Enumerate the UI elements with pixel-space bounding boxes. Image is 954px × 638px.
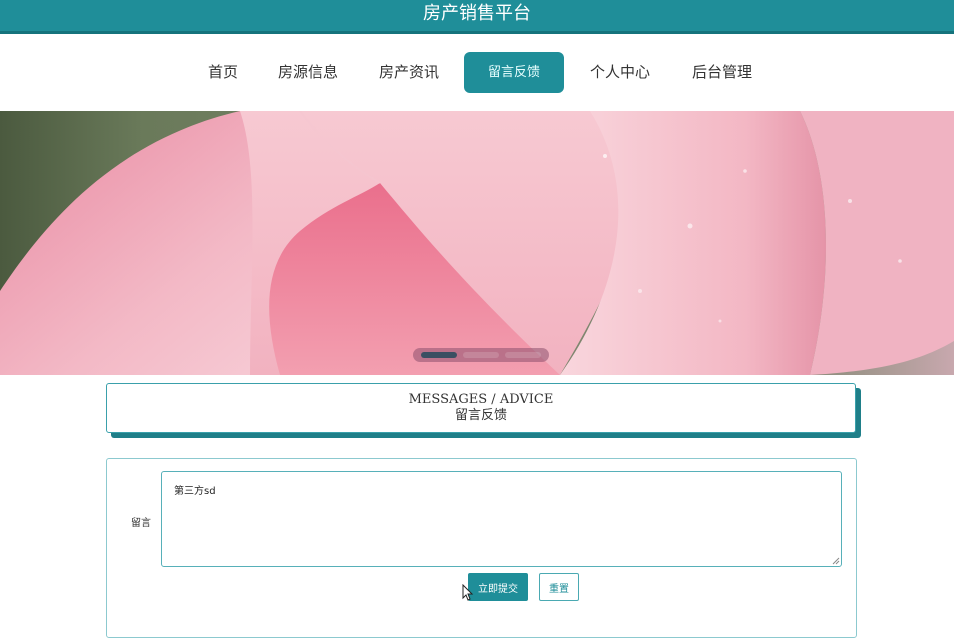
section-title-en: MESSAGES / ADVICE — [408, 392, 554, 407]
message-textarea[interactable]: 第三方sd — [161, 471, 842, 567]
main-nav: 首页 房源信息 房产资讯 留言反馈 个人中心 后台管理 — [0, 34, 954, 111]
lotus-banner-image — [0, 111, 954, 375]
nav-item-admin[interactable]: 后台管理 — [686, 52, 758, 93]
nav-item-listings[interactable]: 房源信息 — [272, 52, 344, 93]
submit-button[interactable]: 立即提交 — [468, 573, 528, 601]
nav-item-feedback[interactable]: 留言反馈 — [464, 52, 564, 93]
nav-item-home[interactable]: 首页 — [201, 52, 245, 93]
section-title-cn: 留言反馈 — [454, 408, 507, 423]
site-title: 房产销售平台 — [423, 3, 531, 24]
nav-item-news[interactable]: 房产资讯 — [373, 52, 445, 93]
resize-grip-icon[interactable] — [832, 557, 840, 565]
top-bar: 房产销售平台 — [0, 0, 954, 34]
message-label: 留言 — [131, 518, 151, 529]
mouse-cursor-icon — [462, 584, 474, 601]
carousel-dot[interactable] — [463, 352, 499, 358]
carousel-indicators — [413, 348, 549, 362]
nav-item-profile[interactable]: 个人中心 — [584, 52, 656, 93]
banner-carousel[interactable] — [0, 111, 954, 375]
carousel-dot[interactable] — [505, 352, 541, 358]
reset-button[interactable]: 重置 — [539, 573, 579, 601]
section-header: MESSAGES / ADVICE 留言反馈 — [106, 383, 856, 433]
carousel-dot-active[interactable] — [421, 352, 457, 358]
